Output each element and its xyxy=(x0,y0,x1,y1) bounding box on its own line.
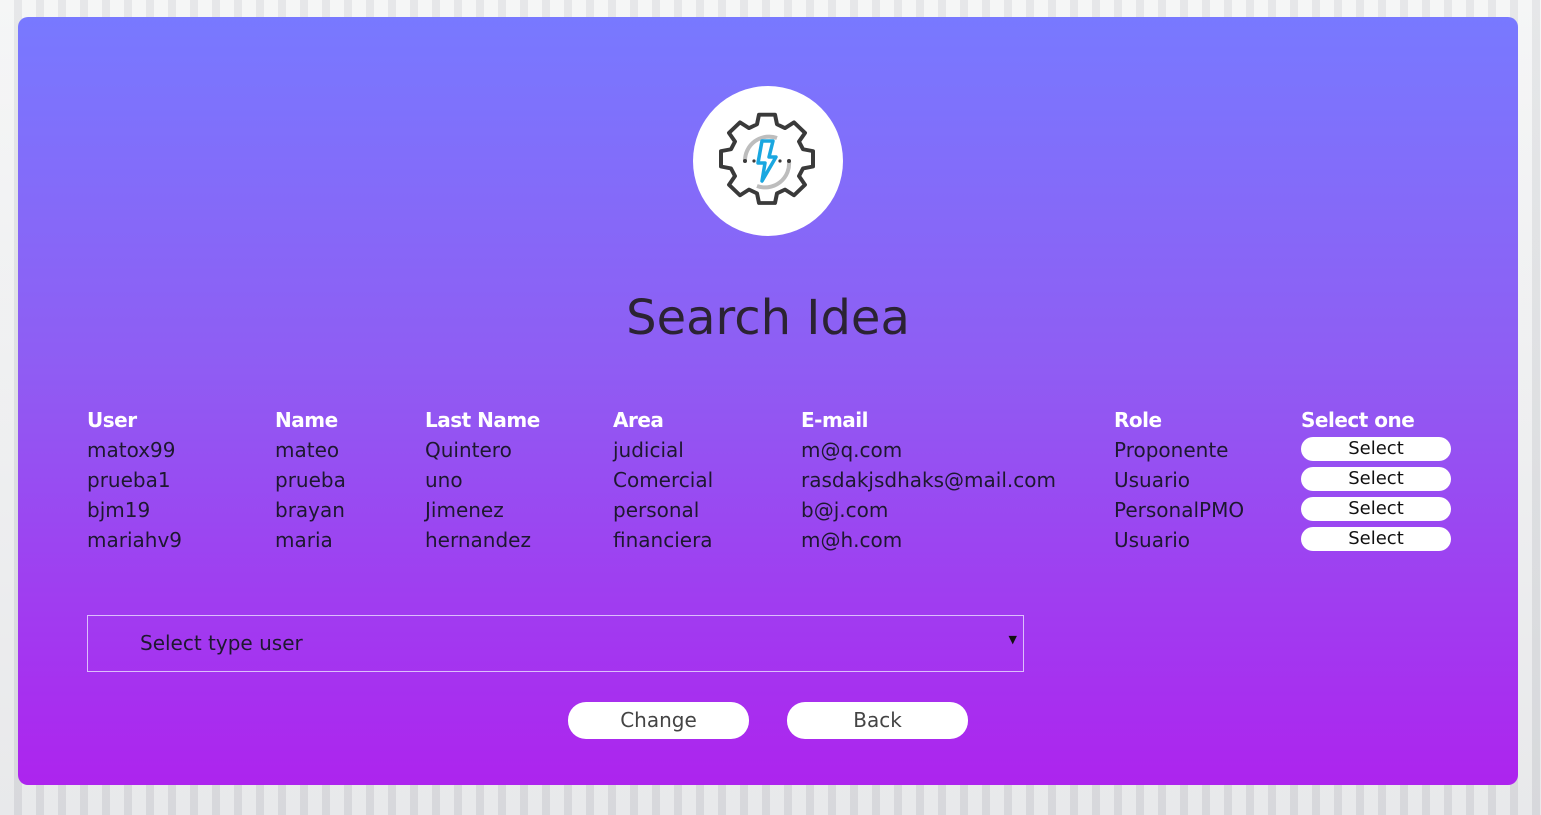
cell-user: bjm19 xyxy=(87,498,151,522)
select-row-button[interactable]: Select xyxy=(1301,467,1451,491)
cell-role: PersonalPMO xyxy=(1114,498,1245,522)
cell-area: personal xyxy=(613,498,700,522)
cell-email: b@j.com xyxy=(801,498,889,522)
column-header-select-one: Select one xyxy=(1301,408,1415,432)
column-header-last-name: Last Name xyxy=(425,408,540,432)
logo xyxy=(693,86,843,236)
column-header-name: Name xyxy=(275,408,338,432)
cell-last-name: Jimenez xyxy=(425,498,504,522)
cell-role: Proponente xyxy=(1114,438,1229,462)
column-header-user: User xyxy=(87,408,137,432)
cell-name: prueba xyxy=(275,468,346,492)
cell-user: mariahv9 xyxy=(87,528,183,552)
cell-role: Usuario xyxy=(1114,528,1191,552)
cell-email: m@h.com xyxy=(801,528,903,552)
cell-name: brayan xyxy=(275,498,345,522)
caret-down-icon: ▼ xyxy=(1008,633,1017,646)
cell-area: judicial xyxy=(613,438,684,462)
cell-email: rasdakjsdhaks@mail.com xyxy=(801,468,1056,492)
cell-email: m@q.com xyxy=(801,438,903,462)
select-row-button[interactable]: Select xyxy=(1301,437,1451,461)
column-header-role: Role xyxy=(1114,408,1162,432)
column-header-email: E-mail xyxy=(801,408,869,432)
back-button[interactable]: Back xyxy=(787,702,968,739)
cell-user: prueba1 xyxy=(87,468,171,492)
gear-lightning-icon xyxy=(719,112,815,205)
search-idea-card: Search Idea User Name Last Name Area E-m… xyxy=(18,17,1518,785)
page-title: Search Idea xyxy=(626,290,910,346)
cell-user: matox99 xyxy=(87,438,176,462)
column-header-area: Area xyxy=(613,408,664,432)
cell-area: financiera xyxy=(613,528,713,552)
user-type-select-value: Select type user xyxy=(140,631,303,655)
cell-name: mateo xyxy=(275,438,340,462)
change-button[interactable]: Change xyxy=(568,702,749,739)
cell-role: Usuario xyxy=(1114,468,1191,492)
cell-name: maria xyxy=(275,528,333,552)
cell-last-name: Quintero xyxy=(425,438,512,462)
cell-area: Comercial xyxy=(613,468,714,492)
select-row-button[interactable]: Select xyxy=(1301,497,1451,521)
user-type-select[interactable]: Select type user ▼ xyxy=(87,615,1024,672)
cell-last-name: hernandez xyxy=(425,528,531,552)
select-row-button[interactable]: Select xyxy=(1301,527,1451,551)
cell-last-name: uno xyxy=(425,468,463,492)
